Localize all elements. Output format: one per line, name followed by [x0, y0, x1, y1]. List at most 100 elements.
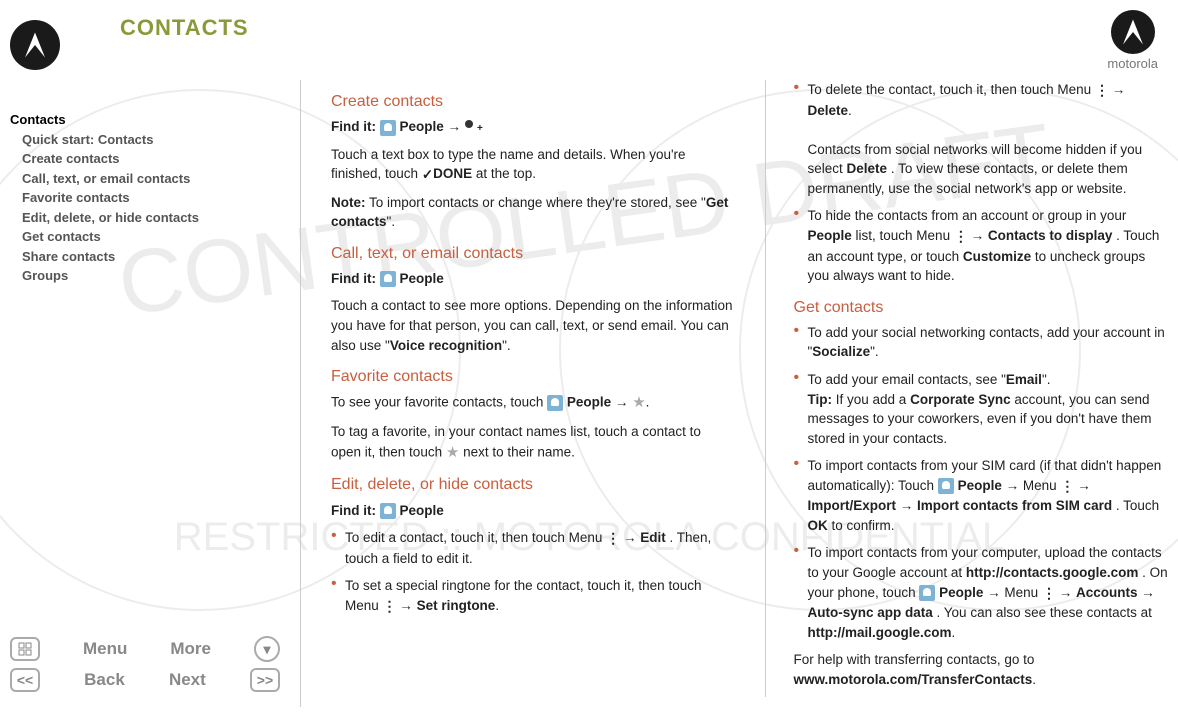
email-link[interactable]: Email — [1006, 372, 1042, 387]
more-down-icon[interactable]: ▾ — [254, 636, 280, 662]
column-right: To delete the contact, touch it, then to… — [765, 80, 1169, 697]
overflow-menu-icon: ⋮ — [383, 596, 396, 616]
call-p1-end: ". — [502, 338, 511, 353]
people-label: People — [958, 478, 1002, 493]
arrow-icon: → — [399, 598, 413, 613]
arrow-icon: → — [1077, 478, 1091, 493]
g-b2a: To add your email contacts, see " — [808, 372, 1006, 387]
list-item: To edit a contact, touch it, then touch … — [345, 528, 735, 568]
findit-people: People — [400, 119, 444, 134]
people-label: People — [939, 585, 983, 600]
customize-label: Customize — [963, 249, 1031, 264]
create-findit: Find it: People → — [331, 117, 735, 137]
content-area: motorola Create contacts Find it: People… — [300, 0, 1178, 713]
people-icon — [547, 395, 563, 411]
nav-get[interactable]: Get contacts — [22, 227, 300, 247]
call-p1: Touch a contact to see more options. Dep… — [331, 296, 735, 355]
b4b: list, touch Menu — [856, 228, 954, 243]
overflow-menu-icon: ⋮ — [1042, 583, 1055, 603]
arrow-icon: → — [900, 498, 914, 513]
create-p1: Touch a text box to type the name and de… — [331, 145, 735, 185]
back-label[interactable]: Back — [84, 670, 125, 690]
nav-share[interactable]: Share contacts — [22, 247, 300, 267]
fav-p2: To tag a favorite, in your contact names… — [331, 422, 735, 463]
menu-grid-icon[interactable] — [10, 637, 40, 661]
list-item: To add your social networking contacts, … — [808, 323, 1169, 362]
motorola-logo-icon — [1111, 10, 1155, 54]
ok-label: OK — [808, 518, 828, 533]
findit-label: Find it: — [331, 119, 376, 134]
overflow-menu-icon: ⋮ — [606, 528, 619, 548]
nav-favorite[interactable]: Favorite contacts — [22, 188, 300, 208]
arrow-icon: → — [987, 585, 1001, 600]
b4a: To hide the contacts from an account or … — [808, 208, 1127, 223]
arrow-icon: → — [448, 119, 462, 134]
list-item: To import contacts from your computer, u… — [808, 543, 1169, 642]
overflow-menu-icon: ⋮ — [954, 226, 967, 246]
arrow-icon: → — [615, 395, 629, 410]
get-bullets: To add your social networking contacts, … — [794, 323, 1169, 642]
arrow-icon: → — [1112, 82, 1126, 97]
people-label: People — [808, 228, 852, 243]
nav-quick-start[interactable]: Quick start: Contacts — [22, 130, 300, 150]
nav-root[interactable]: Contacts — [10, 110, 300, 130]
g-b1b: ". — [870, 344, 879, 359]
g-b2b: ". — [1042, 372, 1051, 387]
section-edit-title: Edit, delete, or hide contacts — [331, 473, 735, 496]
b3a: To delete the contact, touch it, then to… — [808, 82, 1095, 97]
arrow-icon: → — [1006, 478, 1020, 493]
mail-url[interactable]: http://mail.google.com — [808, 625, 952, 640]
accounts-label: Accounts — [1076, 585, 1138, 600]
transfer-url[interactable]: www.motorola.com/TransferContacts — [794, 672, 1033, 687]
section-call-title: Call, text, or email contacts — [331, 242, 735, 265]
people-icon — [919, 585, 935, 601]
next-label[interactable]: Next — [169, 670, 206, 690]
voice-link[interactable]: Voice recognition — [390, 338, 502, 353]
create-p1b: at the top. — [476, 166, 536, 181]
delete-label: Delete — [808, 103, 849, 118]
arrow-icon: → — [971, 228, 985, 243]
section-fav-title: Favorite contacts — [331, 365, 735, 388]
outro1: For help with transferring contacts, go … — [794, 652, 1035, 667]
more-label[interactable]: More — [170, 639, 211, 659]
get-outro: For help with transferring contacts, go … — [794, 650, 1169, 689]
add-person-icon — [465, 122, 481, 134]
arrow-icon: → — [623, 530, 637, 545]
motorola-logo-icon — [10, 20, 60, 70]
contacts-url[interactable]: http://contacts.google.com — [966, 565, 1139, 580]
b1a: To edit a contact, touch it, then touch … — [345, 530, 606, 545]
overflow-menu-icon: ⋮ — [1095, 80, 1108, 100]
star-icon: ★ — [632, 392, 645, 414]
findit-people: People — [400, 503, 444, 518]
nav-create[interactable]: Create contacts — [22, 149, 300, 169]
nav-call[interactable]: Call, text, or email contacts — [22, 169, 300, 189]
back-icon[interactable]: << — [10, 668, 40, 692]
brand-word: motorola — [1107, 56, 1158, 71]
call-findit: Find it: People — [331, 269, 735, 289]
nav-groups[interactable]: Groups — [22, 266, 300, 286]
people-icon — [380, 271, 396, 287]
done-label: DONE — [433, 166, 472, 181]
delete-label2: Delete — [847, 161, 888, 176]
next-icon[interactable]: >> — [250, 668, 280, 692]
socialize-link[interactable]: Socialize — [812, 344, 870, 359]
done-check-icon: ✓ — [422, 165, 433, 185]
column-left: Create contacts Find it: People → Touch … — [331, 80, 735, 697]
corp-sync-label: Corporate Sync — [910, 392, 1011, 407]
g-b3d: to confirm. — [832, 518, 895, 533]
menu-label[interactable]: Menu — [83, 639, 127, 659]
tip-text: If you add a — [836, 392, 910, 407]
tip-label: Tip: — [808, 392, 833, 407]
findit-label: Find it: — [331, 503, 376, 518]
findit-label: Find it: — [331, 271, 376, 286]
people-icon — [938, 478, 954, 494]
fav-p1: To see your favorite contacts, touch Peo… — [331, 392, 735, 414]
overflow-menu-icon: ⋮ — [1060, 476, 1073, 496]
nav-edit[interactable]: Edit, delete, or hide contacts — [22, 208, 300, 228]
sidebar: CONTACTS Contacts Quick start: Contacts … — [0, 0, 300, 713]
list-item: To delete the contact, touch it, then to… — [808, 80, 1169, 198]
people-icon — [380, 503, 396, 519]
brand-logo: motorola — [1107, 10, 1158, 71]
section-get-title: Get contacts — [794, 296, 1169, 319]
fav-p1a: To see your favorite contacts, touch — [331, 395, 547, 410]
